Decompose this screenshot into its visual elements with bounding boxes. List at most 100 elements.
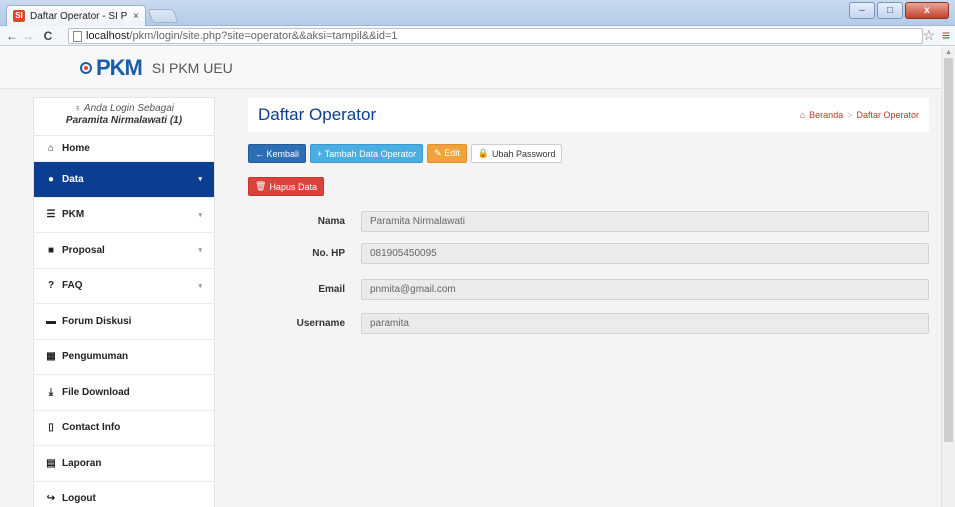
pkm-logo[interactable]: PKM <box>80 54 143 81</box>
ubah-password-button[interactable]: 🔒 Ubah Password <box>470 144 563 163</box>
back-icon[interactable]: ← <box>4 29 20 43</box>
sidebar-item-faq[interactable]: ? FAQ ▾ <box>34 269 214 304</box>
sidebar-item-pengumuman[interactable]: ▦ Pengumuman <box>34 340 214 375</box>
tambah-operator-button[interactable]: + Tambah Data Operator <box>310 144 424 163</box>
field-label: Username <box>296 318 345 329</box>
grid-icon: ▦ <box>46 351 56 363</box>
page-scrollbar[interactable]: ▲ <box>941 47 955 507</box>
action-buttons: ← Kembali + Tambah Data Operator ✎ Edit … <box>248 144 563 163</box>
page-icon <box>73 30 82 42</box>
field-label: Email <box>318 284 345 295</box>
sidebar-item-proposal[interactable]: ■ Proposal ▾ <box>34 233 214 269</box>
question-icon: ? <box>47 280 55 292</box>
form-row-no-hp: No. HP 081905450095 <box>248 243 929 264</box>
ubah-password-label: Ubah Password <box>491 148 556 159</box>
tab-title: Daftar Operator - SI PKM <box>30 10 128 22</box>
field-value-1[interactable]: 081905450095 <box>361 243 929 264</box>
hapus-data-label: Hapus Data <box>269 181 317 192</box>
breadcrumb-current: Daftar Operator <box>856 110 919 120</box>
user-icon: ● <box>47 173 55 185</box>
bookmark-star-icon[interactable]: ☆ <box>922 27 935 44</box>
sidebar-item-label: Contact Info <box>62 422 121 434</box>
browser-toolbar: ← → C localhost/pkm/login/site.php?site=… <box>0 26 955 46</box>
sidebar-item-file-download[interactable]: ⤓ File Download <box>34 375 214 411</box>
user-name: Paramita Nirmalawati (1) <box>65 115 183 126</box>
breadcrumb-separator: > <box>847 110 853 120</box>
scroll-up-icon[interactable]: ▲ <box>945 49 952 56</box>
home-icon: ⌂ <box>799 110 806 120</box>
page-viewport: PKM SI PKM UEU ♁ Anda Login Sebagai Para… <box>0 47 955 507</box>
field-label: Nama <box>317 216 345 227</box>
new-tab-button[interactable] <box>147 9 179 23</box>
chevron-down-icon: ▾ <box>198 211 202 219</box>
chevron-down-icon: ▾ <box>198 176 202 184</box>
report-icon: ▤ <box>46 457 56 469</box>
url-path: /pkm/login/site.php?site=operator&&aksi=… <box>129 30 398 42</box>
sidebar-item-label: Logout <box>62 493 96 505</box>
sidebar: ♁ Anda Login Sebagai Paramita Nirmalawat… <box>33 97 215 507</box>
logo-emblem-icon <box>80 61 92 74</box>
url-host: localhost <box>86 30 130 42</box>
sidebar-item-label: Pengumuman <box>62 351 129 363</box>
home-icon: ⌂ <box>47 143 55 154</box>
sidebar-item-label: Laporan <box>62 457 102 469</box>
browser-tab[interactable]: SI Daftar Operator - SI PKM × <box>6 5 146 26</box>
sidebar-item-pkm[interactable]: ☰ PKM ▾ <box>34 198 214 233</box>
breadcrumb-beranda[interactable]: Beranda <box>809 110 843 120</box>
maximize-button[interactable]: □ <box>877 2 903 19</box>
comment-icon: ▬ <box>46 315 56 327</box>
field-value-2[interactable]: pnmita@gmail.com <box>361 279 929 300</box>
breadcrumb: ⌂ Beranda > Daftar Operator <box>800 110 919 120</box>
tab-close-icon[interactable]: × <box>133 11 139 22</box>
forward-icon[interactable]: → <box>20 29 36 43</box>
edit-button[interactable]: ✎ Edit <box>427 144 467 163</box>
browser-titlebar: SI Daftar Operator - SI PKM × – □ x <box>0 0 955 26</box>
scrollbar-thumb[interactable] <box>944 58 953 442</box>
sidebar-item-label: FAQ <box>62 280 83 292</box>
book-icon: ■ <box>47 244 55 256</box>
form-row-nama: Nama Paramita Nirmalawati <box>248 211 929 232</box>
top-navbar: PKM SI PKM UEU <box>0 47 941 89</box>
form-row-username: Username paramita <box>248 313 929 334</box>
field-value-0[interactable]: Paramita Nirmalawati <box>361 211 929 232</box>
user-info: ♁ Anda Login Sebagai Paramita Nirmalawat… <box>34 98 214 136</box>
sidebar-item-label: Home <box>62 143 90 154</box>
sidebar-item-forum-diskusi[interactable]: ▬ Forum Diskusi <box>34 304 214 340</box>
form-row-email: Email pnmita@gmail.com <box>248 279 929 300</box>
minimize-button[interactable]: – <box>849 2 875 19</box>
list-icon: ☰ <box>46 209 56 221</box>
phone-icon: ▯ <box>48 422 54 434</box>
field-label: No. HP <box>312 248 345 259</box>
sidebar-item-label: PKM <box>62 209 85 221</box>
sidebar-item-label: Data <box>62 173 84 185</box>
sidebar-item-label: Proposal <box>62 244 105 256</box>
sidebar-item-home[interactable]: ⌂ Home <box>34 136 214 162</box>
logout-icon: ↪ <box>46 493 56 505</box>
sidebar-item-laporan[interactable]: ▤ Laporan <box>34 446 214 482</box>
kembali-button[interactable]: ← Kembali <box>248 144 307 163</box>
window-controls: – □ x <box>849 2 949 19</box>
address-bar[interactable]: localhost/pkm/login/site.php?site=operat… <box>68 28 923 44</box>
sidebar-item-label: Forum Diskusi <box>62 315 132 327</box>
user-small-icon: ♁ <box>74 103 84 114</box>
chrome-menu-icon[interactable]: ≡ <box>942 27 950 43</box>
brand-name[interactable]: SI PKM UEU <box>152 60 233 76</box>
sidebar-item-logout[interactable]: ↪ Logout <box>34 482 214 507</box>
download-icon: ⤓ <box>48 386 54 398</box>
sidebar-item-contact-info[interactable]: ▯ Contact Info <box>34 411 214 446</box>
lock-icon: 🔒 <box>477 148 489 158</box>
reload-icon[interactable]: C <box>40 29 56 43</box>
close-window-button[interactable]: x <box>905 2 949 19</box>
page-title: Daftar Operator <box>258 105 377 124</box>
sidebar-item-data[interactable]: ● Data ▾ <box>34 162 214 198</box>
page-header: Daftar Operator ⌂ Beranda > Daftar Opera… <box>248 98 929 132</box>
favicon-icon: SI <box>13 10 25 22</box>
chevron-down-icon: ▾ <box>198 282 202 290</box>
field-value-3[interactable]: paramita <box>361 313 929 334</box>
logo-text: PKM <box>96 54 143 80</box>
trash-icon: 🗑 <box>255 181 267 191</box>
login-label: ♁ Anda Login Sebagai <box>74 103 174 114</box>
hapus-data-button[interactable]: 🗑 Hapus Data <box>248 177 324 196</box>
sidebar-item-label: File Download <box>62 386 130 398</box>
chevron-down-icon: ▾ <box>198 247 202 255</box>
